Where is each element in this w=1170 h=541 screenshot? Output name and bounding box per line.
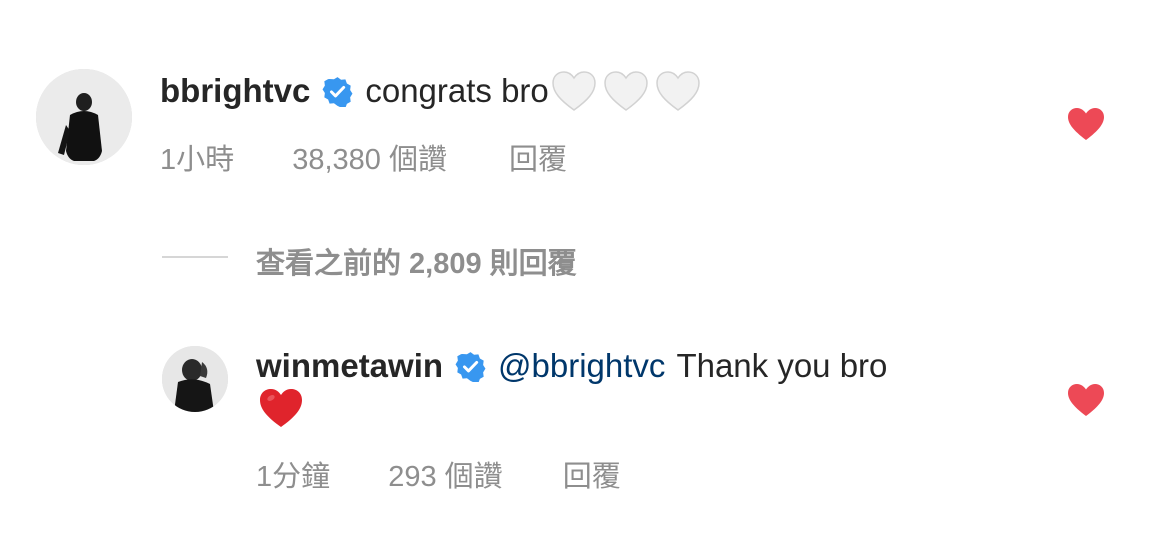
- reply-button[interactable]: 回覆: [563, 453, 621, 495]
- replies-divider: [162, 256, 228, 258]
- comment-text: congrats bro: [365, 72, 549, 109]
- mention-link[interactable]: @bbrightvc: [498, 346, 665, 386]
- like-heart-icon[interactable]: [1067, 107, 1105, 141]
- verified-badge-icon: [455, 351, 486, 383]
- comment-2-meta: 1分鐘 293 個讚 回覆: [256, 453, 621, 495]
- comment-timestamp: 1小時: [160, 144, 235, 176]
- username-link[interactable]: winmetawin: [256, 346, 443, 386]
- comment-2-body: winmetawin @bbrightvc Thank you bro: [256, 346, 887, 386]
- white-heart-icon: [656, 71, 700, 111]
- likes-count-button[interactable]: 293 個讚: [388, 453, 502, 495]
- like-heart-icon[interactable]: [1067, 383, 1105, 417]
- view-previous-replies-button[interactable]: 查看之前的 2,809 則回覆: [256, 240, 577, 282]
- likes-count-button[interactable]: 38,380 個讚: [292, 136, 447, 178]
- emoji-group: [551, 70, 701, 112]
- white-heart-icon: [552, 71, 596, 111]
- red-heart-icon: [260, 389, 302, 427]
- verified-badge-icon: [322, 76, 353, 108]
- reply-button[interactable]: 回覆: [509, 136, 567, 178]
- comment-text: Thank you bro: [676, 347, 888, 384]
- white-heart-icon: [604, 71, 648, 111]
- username-link[interactable]: bbrightvc: [160, 71, 310, 111]
- comment-1-meta: 1小時 38,380 個讚 回覆: [160, 136, 567, 178]
- avatar-bbrightvc[interactable]: [36, 69, 132, 165]
- comment-1-body: bbrightvc congrats bro: [160, 70, 701, 112]
- avatar-winmetawin[interactable]: [162, 346, 228, 412]
- comment-timestamp: 1分鐘: [256, 461, 331, 493]
